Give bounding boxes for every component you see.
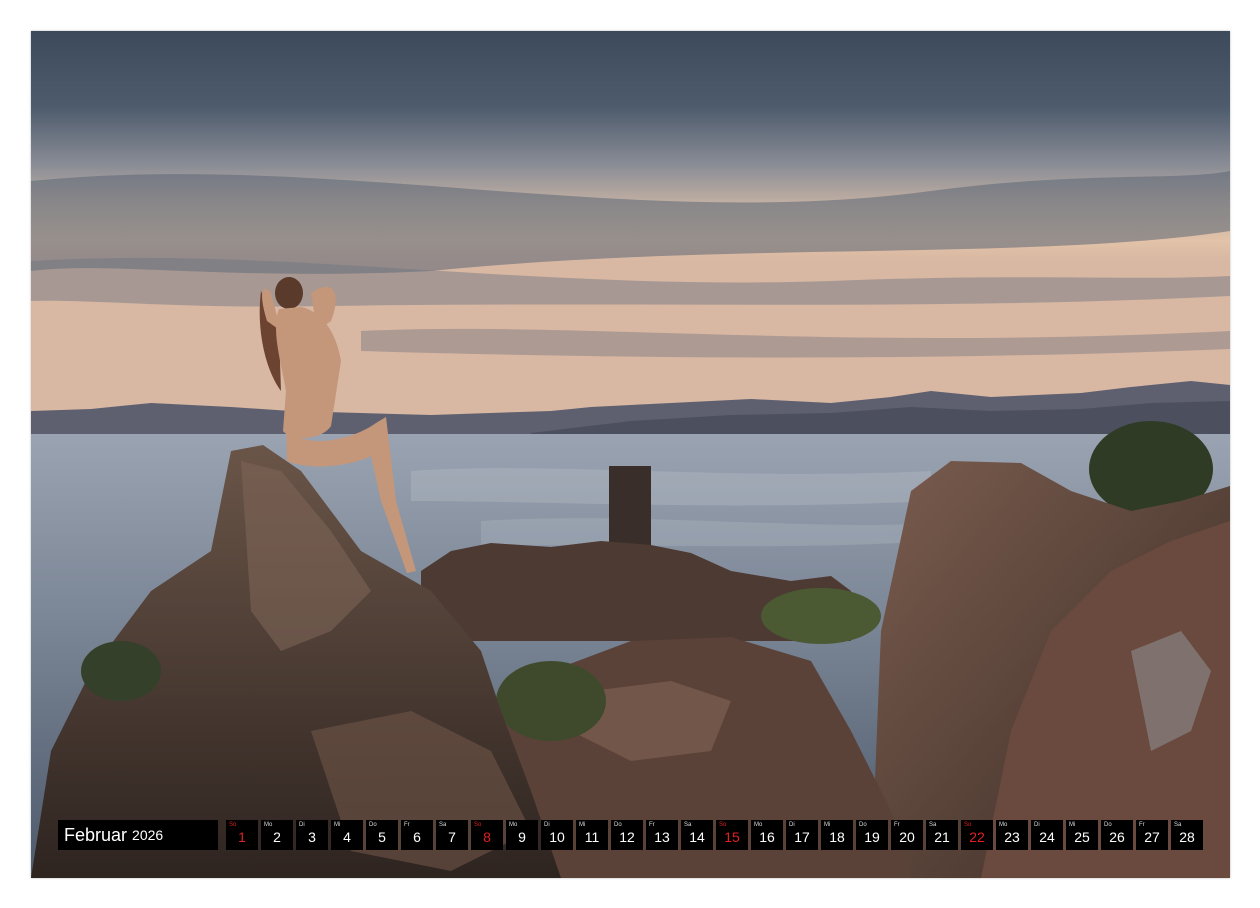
day-number: 18	[829, 829, 845, 845]
weekday-label: Di	[789, 822, 795, 828]
day-number: 12	[619, 829, 635, 845]
day-number: 27	[1144, 829, 1160, 845]
day-cell: Mo 9	[506, 820, 538, 850]
day-cell: Sa 14	[681, 820, 713, 850]
month-title: Februar 2026	[58, 820, 218, 850]
weekday-label: Fr	[649, 822, 655, 828]
day-number: 14	[689, 829, 705, 845]
day-number: 10	[549, 829, 565, 845]
day-number: 2	[273, 829, 281, 845]
day-number: 4	[343, 829, 351, 845]
day-cell: Mi 18	[821, 820, 853, 850]
day-number: 25	[1074, 829, 1090, 845]
day-number: 28	[1179, 829, 1195, 845]
day-cell: Sa 21	[926, 820, 958, 850]
weekday-label: Mo	[754, 822, 763, 828]
weekday-label: Fr	[894, 822, 900, 828]
day-cells: So 1 Mo 2 Di 3 Mi 4 Do 5 Fr 6 Sa 7 So 8 Mo 9 Di 10 Mi 11 Do 12 F…	[226, 820, 1204, 850]
day-number: 20	[899, 829, 915, 845]
day-number: 5	[378, 829, 386, 845]
day-number: 13	[654, 829, 670, 845]
day-cell: So 22	[961, 820, 993, 850]
weekday-label: So	[474, 822, 482, 828]
day-cell: Do 5	[366, 820, 398, 850]
weekday-label: So	[964, 822, 972, 828]
day-cell: So 15	[716, 820, 748, 850]
day-cell: Do 26	[1101, 820, 1133, 850]
year-label: 2026	[132, 827, 164, 843]
day-cell: Sa 7	[436, 820, 468, 850]
weekday-label: Fr	[1139, 822, 1145, 828]
day-cell: Mi 4	[331, 820, 363, 850]
weekday-label: Mo	[509, 822, 518, 828]
day-number: 17	[794, 829, 810, 845]
day-number: 22	[969, 829, 985, 845]
landscape-image	[31, 31, 1230, 878]
day-cell: So 8	[471, 820, 503, 850]
weekday-label: So	[719, 822, 727, 828]
weekday-label: Di	[299, 822, 305, 828]
weekday-label: Sa	[439, 822, 447, 828]
day-number: 16	[759, 829, 775, 845]
day-number: 15	[724, 829, 740, 845]
day-cell: So 1	[226, 820, 258, 850]
day-cell: Di 3	[296, 820, 328, 850]
day-cell: Fr 13	[646, 820, 678, 850]
weekday-label: Di	[544, 822, 550, 828]
day-cell: Di 10	[541, 820, 573, 850]
month-name: Februar	[64, 824, 128, 845]
day-number: 26	[1109, 829, 1125, 845]
weekday-label: Mi	[334, 822, 341, 828]
day-number: 1	[238, 829, 246, 845]
day-cell: Sa 28	[1171, 820, 1203, 850]
weekday-label: Sa	[684, 822, 692, 828]
day-cell: Di 24	[1031, 820, 1063, 850]
weekday-label: So	[229, 822, 237, 828]
day-number: 7	[448, 829, 456, 845]
day-number: 11	[584, 829, 600, 845]
weekday-label: Fr	[404, 822, 410, 828]
weekday-label: Sa	[929, 822, 937, 828]
day-cell: Do 12	[611, 820, 643, 850]
calendar-strip: Februar 2026 So 1 Mo 2 Di 3 Mi 4 Do 5 Fr 6 Sa 7 So 8 Mo 9…	[58, 820, 1204, 850]
day-cell: Mo 2	[261, 820, 293, 850]
weekday-label: Mi	[579, 822, 586, 828]
day-cell: Mi 25	[1066, 820, 1098, 850]
day-number: 9	[518, 829, 526, 845]
weekday-label: Mo	[264, 822, 273, 828]
day-cell: Fr 20	[891, 820, 923, 850]
day-number: 3	[308, 829, 316, 845]
weekday-label: Sa	[1174, 822, 1182, 828]
day-cell: Fr 6	[401, 820, 433, 850]
day-cell: Do 19	[856, 820, 888, 850]
weekday-label: Do	[369, 822, 377, 828]
day-number: 24	[1039, 829, 1055, 845]
day-cell: Mi 11	[576, 820, 608, 850]
day-number: 6	[413, 829, 421, 845]
weekday-label: Do	[859, 822, 867, 828]
weekday-label: Do	[614, 822, 622, 828]
calendar-photo	[31, 31, 1230, 878]
weekday-label: Mi	[824, 822, 831, 828]
weekday-label: Di	[1034, 822, 1040, 828]
day-cell: Mo 16	[751, 820, 783, 850]
weekday-label: Do	[1104, 822, 1112, 828]
day-cell: Di 17	[786, 820, 818, 850]
day-number: 21	[934, 829, 950, 845]
calendar-page: Februar 2026 So 1 Mo 2 Di 3 Mi 4 Do 5 Fr 6 Sa 7 So 8 Mo 9…	[0, 0, 1260, 908]
day-number: 8	[483, 829, 491, 845]
day-number: 23	[1004, 829, 1020, 845]
weekday-label: Mi	[1069, 822, 1076, 828]
day-cell: Mo 23	[996, 820, 1028, 850]
day-number: 19	[864, 829, 880, 845]
weekday-label: Mo	[999, 822, 1008, 828]
day-cell: Fr 27	[1136, 820, 1168, 850]
